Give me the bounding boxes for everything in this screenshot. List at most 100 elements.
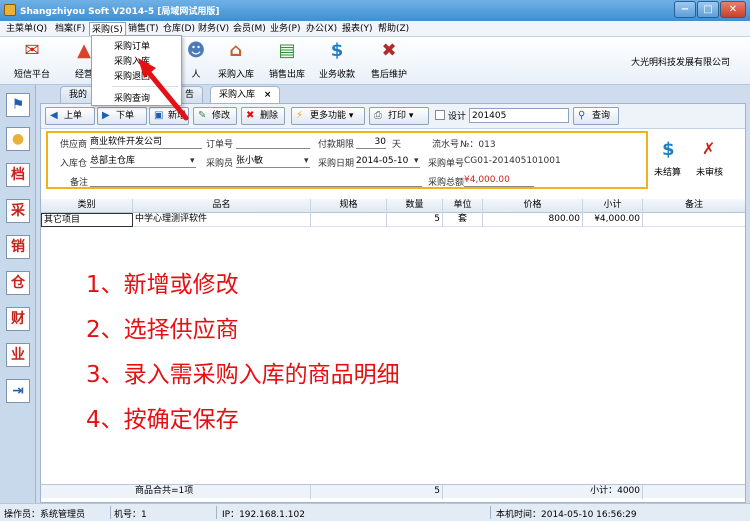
query-button[interactable]: ⚲ 查询: [573, 107, 619, 125]
cell-subtotal[interactable]: ¥4,000.00: [583, 213, 643, 227]
menu-office[interactable]: 办公(X): [304, 22, 339, 36]
payment-term-field[interactable]: 30: [356, 137, 386, 149]
buyer-chevron-down-icon[interactable]: ▾: [304, 156, 309, 166]
supplier-field[interactable]: 商业软件开发公司: [90, 137, 202, 149]
cell-note[interactable]: [643, 213, 745, 227]
sidebar-item-business[interactable]: 业: [6, 343, 30, 367]
save-icon: ▣: [154, 110, 164, 121]
menu-item-purchase-order[interactable]: 采购订单: [114, 39, 150, 52]
sidebar-item-archive[interactable]: 档: [6, 163, 30, 187]
date-label: 采购日期: [318, 159, 355, 169]
prev-button[interactable]: ◀ 上单: [45, 107, 95, 125]
menu-item-purchase-return[interactable]: 采购退回: [114, 69, 150, 82]
date-picker[interactable]: 2014-05-10: [356, 156, 420, 168]
menu-help[interactable]: 帮助(Z): [376, 22, 411, 36]
person-icon: ☻: [186, 40, 206, 61]
col-subtotal: 小计: [583, 199, 643, 213]
menu-purchase[interactable]: 采购(S): [89, 22, 126, 36]
flag-icon[interactable]: ⚑: [6, 93, 30, 117]
menu-finance[interactable]: 财务(V): [196, 22, 231, 36]
menu-main[interactable]: 主菜单(Q): [4, 22, 49, 36]
cell-category[interactable]: 其它项目: [41, 213, 133, 227]
design-label: 设计: [448, 112, 467, 122]
status-divider: [110, 506, 111, 519]
sidebar-item-purchase[interactable]: 采: [6, 199, 30, 223]
purchase-in-button[interactable]: ⌂ 采购入库: [210, 39, 262, 83]
menu-business[interactable]: 业务(P): [268, 22, 302, 36]
instruction-step-4: 4、按确定保存: [86, 407, 239, 433]
edit-button[interactable]: ✎ 修改: [193, 107, 237, 125]
menu-archive[interactable]: 档案(F): [53, 22, 87, 36]
status-divider: [216, 506, 217, 519]
col-unit: 单位: [443, 199, 483, 213]
buyer-select[interactable]: 张小敏: [236, 156, 310, 168]
new-button[interactable]: ▣ 新增: [149, 107, 189, 125]
delete-button[interactable]: ✖ 删除: [241, 107, 285, 125]
date-chevron-down-icon[interactable]: ▾: [414, 156, 419, 166]
cell-name[interactable]: 中学心理测评软件: [133, 213, 311, 227]
table-row[interactable]: 其它项目 中学心理测评软件 5 套 800.00 ¥4,000.00: [41, 213, 745, 227]
minimize-button[interactable]: −: [674, 1, 696, 18]
sms-platform-button[interactable]: ✉ 短信平台: [6, 39, 58, 83]
exit-icon[interactable]: ⇥: [6, 379, 30, 403]
sidebar-item-warehouse[interactable]: 仓: [6, 271, 30, 295]
warehouse-select[interactable]: 总部主仓库: [90, 156, 196, 168]
after-sales-button[interactable]: ✖ 售后维护: [363, 39, 415, 83]
menu-sales[interactable]: 销售(T): [126, 22, 161, 36]
menu-separator: [112, 86, 178, 87]
search-icon: ⚲: [578, 110, 586, 121]
tab-close-icon[interactable]: ×: [264, 90, 272, 100]
more-functions-button[interactable]: ⚡ 更多功能 ▾: [291, 107, 365, 125]
instruction-step-1: 1、新增或修改: [86, 272, 239, 298]
status-bar: 操作员：系统管理员 机号：1 IP：192.168.1.102 本机时间：201…: [0, 503, 750, 521]
col-name: 品名: [133, 199, 311, 213]
tab-purchase-in[interactable]: 采购入库 ×: [210, 86, 281, 103]
menu-member[interactable]: 会员(M): [231, 22, 268, 36]
status-machine: 机号：1: [114, 510, 147, 520]
note-field[interactable]: [90, 175, 422, 187]
company-name: 大光明科技发展有限公司: [630, 58, 730, 68]
cell-price[interactable]: 800.00: [483, 213, 583, 227]
app-icon: [4, 4, 16, 16]
status-divider: [490, 506, 491, 519]
title-bar: Shangzhiyou Soft V2014-5 [局域网试用版] − □ ✕: [0, 0, 750, 21]
right-arrow-icon: ▶: [102, 110, 110, 121]
x-icon: ✖: [246, 110, 255, 121]
payment-term-label: 付款期限: [318, 140, 355, 150]
col-qty: 数量: [387, 199, 443, 213]
business-receipt-button[interactable]: $ 业务收款: [311, 39, 363, 83]
unsettled-status: 未结算: [654, 168, 682, 178]
sidebar-item-sales[interactable]: 销: [6, 235, 30, 259]
print-button[interactable]: ⎙ 打印 ▾: [369, 107, 429, 125]
serial-label: 流水号: [432, 140, 460, 150]
sidebar: ⚑ ● 档 采 销 仓 财 业 ⇥: [0, 85, 36, 503]
search-input[interactable]: [469, 108, 569, 123]
purchase-dropdown-menu: 采购订单 采购入库 采购退回 采购查询: [91, 35, 182, 106]
supplier-label: 供应商: [60, 140, 88, 150]
cell-spec[interactable]: [311, 213, 387, 227]
menu-reports[interactable]: 报表(Y): [340, 22, 375, 36]
cell-unit[interactable]: 套: [443, 213, 483, 227]
bulb-icon[interactable]: ●: [6, 127, 30, 151]
dollar-icon: $: [662, 139, 675, 160]
close-button[interactable]: ✕: [720, 1, 746, 18]
cell-qty[interactable]: 5: [387, 213, 443, 227]
sidebar-item-finance[interactable]: 财: [6, 307, 30, 331]
lock-icon: ✗: [702, 139, 716, 158]
buyer-label: 采购员: [206, 159, 234, 169]
order-no-field[interactable]: [236, 137, 310, 149]
menu-warehouse[interactable]: 仓库(D): [161, 22, 197, 36]
next-button[interactable]: ▶ 下单: [97, 107, 147, 125]
sales-out-button[interactable]: ▤ 销售出库: [261, 39, 313, 83]
col-note: 备注: [684, 200, 703, 210]
design-checkbox[interactable]: [435, 110, 445, 120]
total-label: 采购总额: [428, 178, 465, 188]
unaudited-status: 未审核: [696, 168, 724, 178]
warehouse-chevron-down-icon[interactable]: ▾: [190, 156, 195, 166]
table-footer: 商品合共=1项 5 小计：4000: [41, 484, 745, 499]
col-category: 类别: [41, 199, 133, 213]
menu-item-purchase-in[interactable]: 采购入库: [114, 54, 150, 67]
status-operator: 操作员：系统管理员: [4, 510, 86, 520]
maximize-button[interactable]: □: [697, 1, 719, 18]
menu-item-purchase-query[interactable]: 采购查询: [114, 91, 150, 104]
